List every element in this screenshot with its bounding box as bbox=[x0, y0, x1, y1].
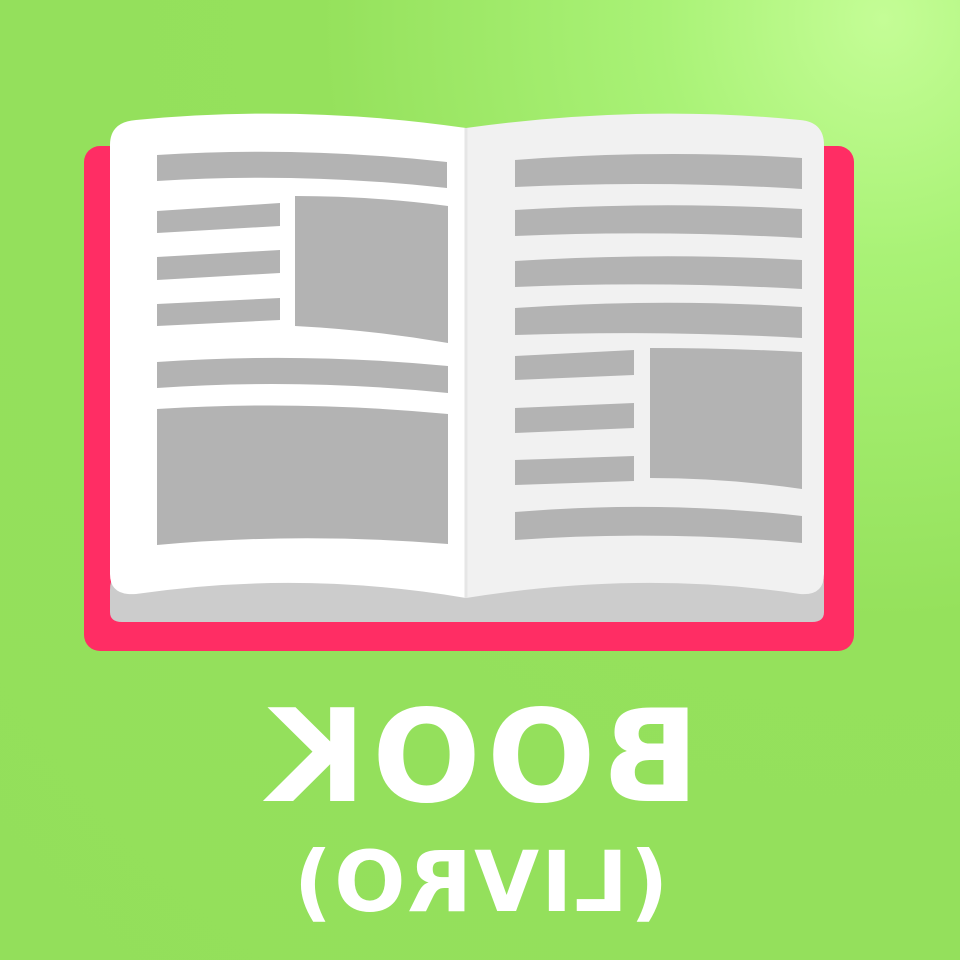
text-line bbox=[515, 153, 802, 189]
image-block bbox=[157, 405, 448, 545]
flashcard: BOOK (LIVRO) bbox=[0, 0, 960, 960]
open-book-icon bbox=[84, 113, 854, 651]
word-title: BOOK bbox=[260, 683, 700, 832]
image-block bbox=[650, 348, 802, 489]
text-line bbox=[515, 256, 802, 289]
text-line bbox=[515, 456, 634, 485]
image-block bbox=[295, 196, 448, 343]
text-line bbox=[515, 302, 802, 338]
text-line bbox=[515, 403, 634, 433]
text-line bbox=[515, 205, 802, 238]
word-translation: (LIVRO) bbox=[291, 833, 669, 931]
